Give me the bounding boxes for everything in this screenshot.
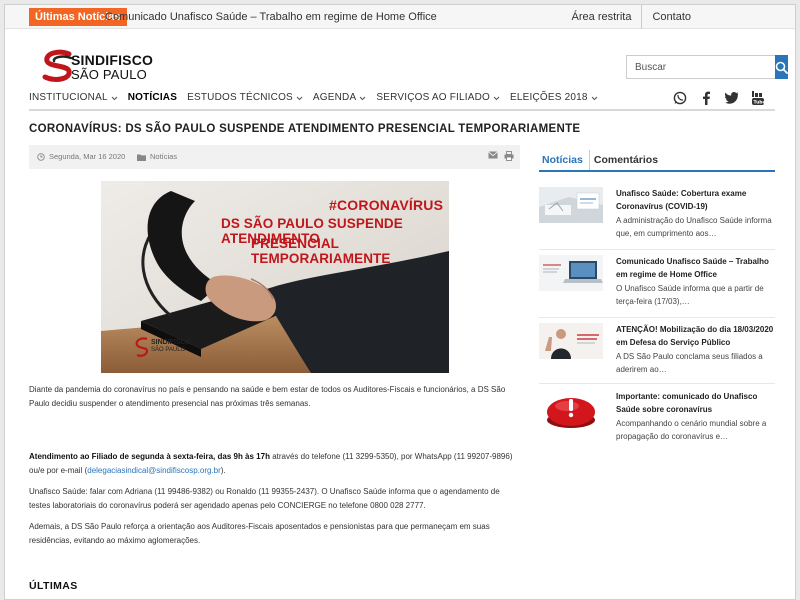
post-excerpt: A administração do Unafisco Saúde inform… <box>616 216 772 238</box>
hero-line-2: PRESENCIAL TEMPORARIAMENTE <box>251 236 391 266</box>
chevron-down-icon <box>493 96 500 100</box>
article-date-text: Segunda, Mar 16 2020 <box>49 152 126 161</box>
article-paragraph-3: Unafisco Saúde: falar com Adriana (11 99… <box>29 487 500 510</box>
post-title[interactable]: Unafisco Saúde: Cobertura exame Coronaví… <box>616 187 778 213</box>
youtube-link[interactable]: Tube <box>745 90 771 106</box>
chevron-down-icon <box>111 96 118 100</box>
clock-icon <box>37 153 45 161</box>
print-icon[interactable] <box>504 151 514 161</box>
youtube-icon: Tube <box>752 91 764 105</box>
hero-logo-line-1: SINDIFISCO <box>151 339 192 346</box>
nav-item-servicos-ao-filiado[interactable]: SERVIÇOS AO FILIADO <box>376 90 500 106</box>
restricted-area-link[interactable]: Área restrita <box>562 5 642 29</box>
nav-item-label: ELEIÇÕES 2018 <box>510 92 588 103</box>
news-ticker-link[interactable]: Comunicado Unafisco Saúde – Trabalho em … <box>105 5 437 29</box>
nav-item-noticias[interactable]: NOTÍCIAS <box>128 90 177 106</box>
laptop-thumbnail-icon <box>539 255 603 291</box>
article-category[interactable]: Notícias <box>137 145 177 169</box>
logo-line-2: SÃO PAULO <box>71 67 147 82</box>
article-title: CORONAVÍRUS: DS SÃO PAULO SUSPENDE ATEND… <box>29 123 581 135</box>
post-divider <box>539 317 775 318</box>
post-excerpt: O Unafisco Saúde informa que a partir de… <box>616 284 764 306</box>
tab-noticias[interactable]: Notícias <box>539 150 590 170</box>
sidebar-tabs: Notícias Comentários <box>539 150 775 172</box>
nav-item-institucional[interactable]: INSTITUCIONAL <box>29 90 118 106</box>
facebook-icon <box>703 91 710 105</box>
nav-item-estudos-tecnicos[interactable]: ESTUDOS TÉCNICOS <box>187 90 303 106</box>
social-links: Tube <box>667 90 771 106</box>
latest-section-heading: ÚLTIMAS <box>29 580 78 592</box>
hero-logo-line-2: SÃO PAULO <box>151 347 186 353</box>
nav-item-agenda[interactable]: AGENDA <box>313 90 366 106</box>
nav-item-label: SERVIÇOS AO FILIADO <box>376 92 491 103</box>
contact-link[interactable]: Contato <box>641 5 701 29</box>
email-icon[interactable] <box>488 151 498 159</box>
article-meta-bar: Segunda, Mar 16 2020 Notícias <box>29 145 520 169</box>
search-box <box>626 55 788 79</box>
article-tools <box>488 151 514 161</box>
folder-icon <box>137 154 146 161</box>
chevron-down-icon <box>360 96 366 100</box>
chevron-down-icon <box>296 96 303 100</box>
nav-item-eleicoes-2018[interactable]: ELEIÇÕES 2018 <box>510 90 598 106</box>
post-title[interactable]: Comunicado Unafisco Saúde – Trabalho em … <box>616 255 778 281</box>
post-excerpt: Acompanhando o cenário mundial sobre a p… <box>616 419 767 441</box>
email-link[interactable]: delegaciasindical@sindifiscosp.org.br <box>87 466 221 475</box>
tab-comentarios[interactable]: Comentários <box>590 150 664 170</box>
keyboard-thumbnail-icon <box>539 187 603 223</box>
alert-button-icon <box>539 390 603 430</box>
site-logo[interactable]: SINDIFISCO SÃO PAULO <box>41 49 161 85</box>
browser-page: Últimas Notícias Comunicado Unafisco Saú… <box>4 4 796 600</box>
search-icon <box>775 61 788 74</box>
post-excerpt: A DS São Paulo conclama seus filiados a … <box>616 352 763 374</box>
svg-text:Tube: Tube <box>754 100 765 106</box>
nav-item-label: AGENDA <box>312 92 357 103</box>
post-thumbnail[interactable] <box>539 255 603 291</box>
twitter-icon <box>725 92 739 104</box>
search-input[interactable] <box>626 55 775 79</box>
article-paragraph-2: Atendimento ao Filiado de segunda à sext… <box>29 450 520 478</box>
article-paragraph-4: Ademais, a DS São Paulo reforça a orient… <box>29 522 490 545</box>
post-title[interactable]: ATENÇÃO! Mobilização do dia 18/03/2020 e… <box>616 323 778 349</box>
article-date: Segunda, Mar 16 2020 <box>37 145 125 169</box>
top-bar: Últimas Notícias Comunicado Unafisco Saú… <box>5 5 795 29</box>
nav-menu: INSTITUCIONAL NOTÍCIAS ESTUDOS TÉCNICOS … <box>29 90 608 106</box>
nav-item-label: NOTÍCIAS <box>127 92 178 103</box>
search-button[interactable] <box>775 55 788 79</box>
article-category-text: Notícias <box>150 152 178 161</box>
hero-hashtag: #CORONAVÍRUS <box>329 197 444 213</box>
contact-text-end: ). <box>220 466 226 475</box>
post-thumbnail[interactable] <box>539 390 603 430</box>
top-links: Área restrita Contato <box>562 5 701 29</box>
sidebar-post[interactable]: Unafisco Saúde: Cobertura exame Coronaví… <box>539 187 775 251</box>
article-hero-image: #CORONAVÍRUS DS SÃO PAULO SUSPENDE ATEND… <box>101 181 449 373</box>
whatsapp-link[interactable] <box>667 90 693 106</box>
main-nav: INSTITUCIONAL NOTÍCIAS ESTUDOS TÉCNICOS … <box>29 90 775 111</box>
twitter-link[interactable] <box>719 90 745 106</box>
post-divider <box>539 383 775 384</box>
nav-item-label: INSTITUCIONAL <box>29 92 108 103</box>
logo-line-1: SINDIFISCO <box>71 52 154 68</box>
service-hours-text: Atendimento ao Filiado de segunda à sext… <box>29 452 270 461</box>
facebook-link[interactable] <box>693 90 719 106</box>
post-divider <box>539 249 775 250</box>
sidebar-post[interactable]: Comunicado Unafisco Saúde – Trabalho em … <box>539 255 775 319</box>
chevron-down-icon <box>591 96 598 100</box>
whatsapp-icon <box>673 91 687 105</box>
person-thumbnail-icon <box>539 323 603 359</box>
sidebar-post[interactable]: Importante: comunicado do Unafisco Saúde… <box>539 390 775 454</box>
post-thumbnail[interactable] <box>539 187 603 223</box>
post-thumbnail[interactable] <box>539 323 603 359</box>
article-paragraph-1: Diante da pandemia do coronavírus no paí… <box>29 385 506 408</box>
nav-item-label: ESTUDOS TÉCNICOS <box>187 92 293 103</box>
sidebar-post[interactable]: ATENÇÃO! Mobilização do dia 18/03/2020 e… <box>539 323 775 387</box>
post-title[interactable]: Importante: comunicado do Unafisco Saúde… <box>616 390 778 416</box>
